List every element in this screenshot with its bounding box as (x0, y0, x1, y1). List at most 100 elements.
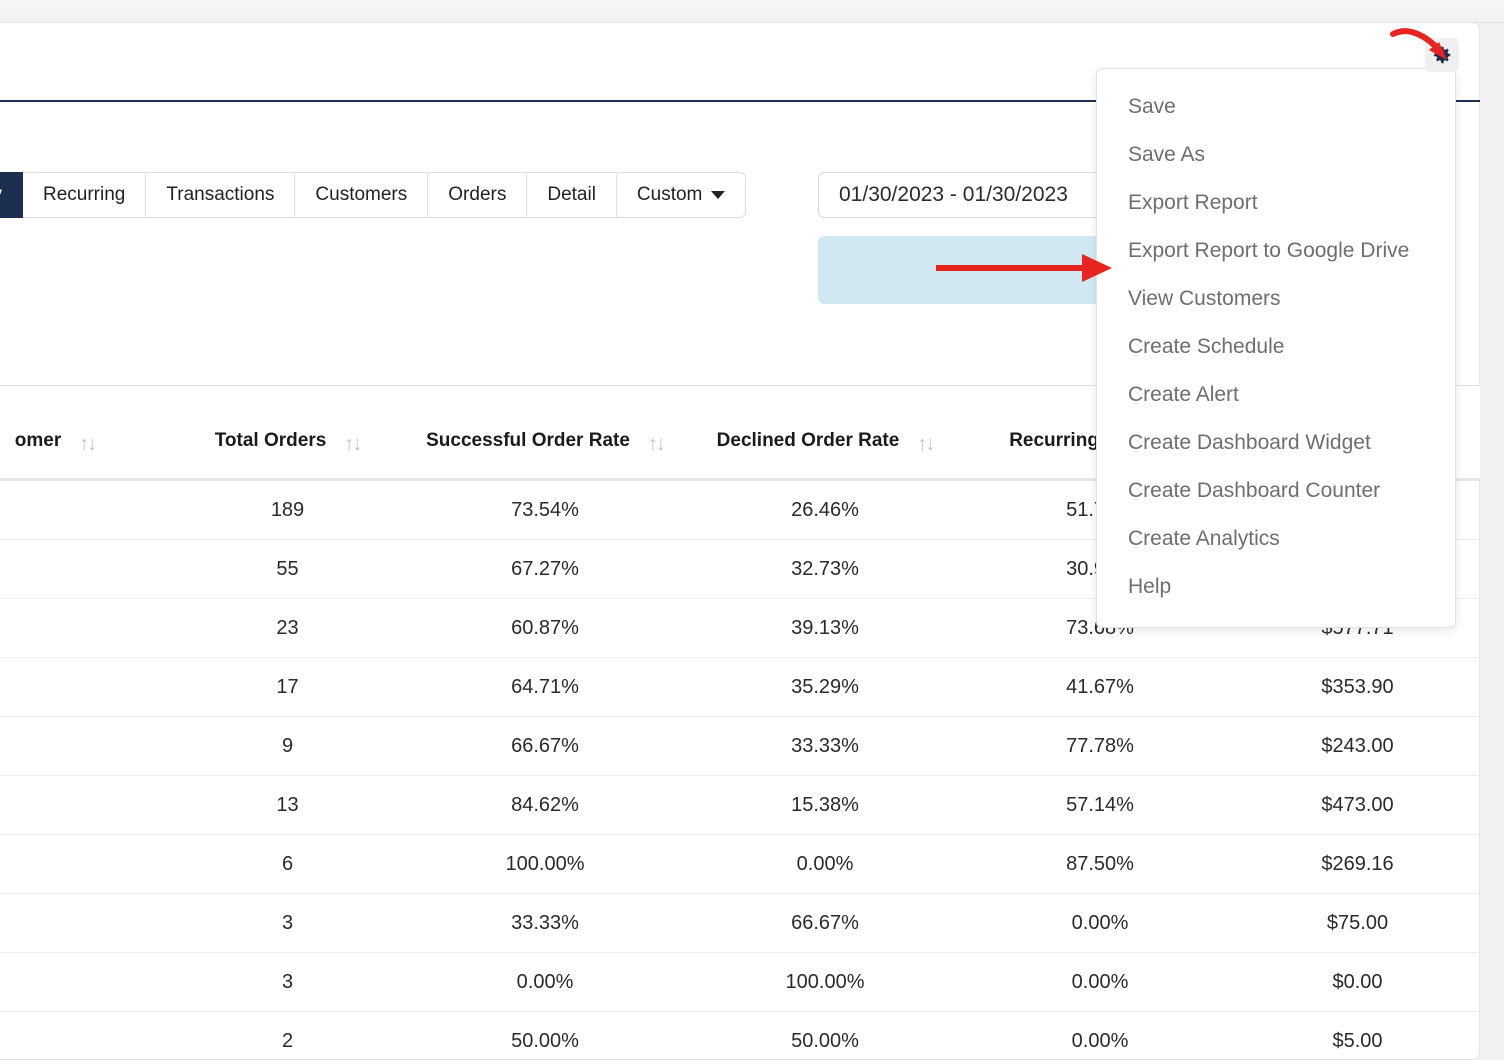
tab-custom[interactable]: Custom (616, 172, 747, 218)
tab-label: Customers (315, 184, 408, 205)
table-header-label: Total Orders (214, 430, 327, 451)
table-row[interactable]: 6 100.00% 0.00% 87.50% $269.16 (0, 834, 1480, 894)
cell-successful-rate: 50.00% (405, 1011, 685, 1060)
cell-customer (0, 893, 170, 953)
tab-label: Detail (547, 184, 596, 205)
cell-customer (0, 1011, 170, 1060)
cell-recurring-rate: 0.00% (965, 952, 1235, 1012)
tab-label: Custom (636, 184, 703, 205)
table-row[interactable]: 3 0.00% 100.00% 0.00% $0.00 (0, 952, 1480, 1012)
cell-successful-rate: 73.54% (405, 479, 685, 540)
cell-declined-rate: 32.73% (685, 539, 965, 599)
cell-declined-rate: 26.46% (685, 479, 965, 540)
cell-total-orders: 3 (170, 893, 405, 953)
cell-total-orders: 55 (170, 539, 405, 599)
report-tabs: nary Recurring Transactions Customers Orders… (0, 172, 747, 218)
cell-declined-rate: 35.29% (685, 657, 965, 717)
cell-total-orders: 6 (170, 834, 405, 894)
cell-total-orders: 17 (170, 657, 405, 717)
menu-item-save[interactable]: Save (1097, 83, 1455, 131)
cell-total-orders: 3 (170, 952, 405, 1012)
cell-recurring-rate: 77.78% (965, 716, 1235, 776)
settings-gear-button[interactable] (1425, 38, 1459, 72)
cell-declined-rate: 33.33% (685, 716, 965, 776)
menu-item-create-dashboard-counter[interactable]: Create Dashboard Counter (1097, 467, 1455, 515)
sort-arrows-icon[interactable]: ↑↓ (648, 434, 666, 456)
cell-amount: $75.00 (1235, 893, 1480, 953)
cell-total-orders: 9 (170, 716, 405, 776)
menu-item-save-as[interactable]: Save As (1097, 131, 1455, 179)
cell-amount: $243.00 (1235, 716, 1480, 776)
cell-successful-rate: 84.62% (405, 775, 685, 835)
cell-successful-rate: 0.00% (405, 952, 685, 1012)
gear-icon (1434, 46, 1451, 64)
tab-detail[interactable]: Detail (527, 172, 617, 218)
menu-item-help[interactable]: Help (1097, 563, 1455, 611)
cell-declined-rate: 0.00% (685, 834, 965, 894)
browser-chrome-band (0, 0, 1504, 23)
cell-successful-rate: 60.87% (405, 598, 685, 658)
menu-item-create-analytics[interactable]: Create Analytics (1097, 515, 1455, 563)
menu-item-create-dashboard-widget[interactable]: Create Dashboard Widget (1097, 419, 1455, 467)
sort-arrows-icon[interactable]: ↑↓ (344, 434, 362, 456)
sort-arrows-icon[interactable]: ↑↓ (79, 434, 97, 456)
tab-label: Transactions (166, 184, 275, 205)
cell-recurring-rate: 41.67% (965, 657, 1235, 717)
tab-orders[interactable]: Orders (428, 172, 528, 218)
tab-summary[interactable]: nary (0, 172, 23, 218)
table-header-label: Declined Order Rate (716, 430, 900, 451)
cell-amount: $473.00 (1235, 775, 1480, 835)
cell-customer (0, 952, 170, 1012)
cell-total-orders: 2 (170, 1011, 405, 1060)
cell-recurring-rate: 0.00% (965, 893, 1235, 953)
cell-amount: $353.90 (1235, 657, 1480, 717)
cell-customer (0, 775, 170, 835)
tab-customers[interactable]: Customers (295, 172, 429, 218)
menu-item-export-report[interactable]: Export Report (1097, 179, 1455, 227)
table-header-cell[interactable]: Successful Order Rate ↑↓ (405, 386, 685, 481)
table-row[interactable]: 13 84.62% 15.38% 57.14% $473.00 (0, 775, 1480, 835)
cell-recurring-rate: 57.14% (965, 775, 1235, 835)
cell-declined-rate: 100.00% (685, 952, 965, 1012)
tab-label: Recurring (42, 184, 126, 205)
menu-item-create-alert[interactable]: Create Alert (1097, 371, 1455, 419)
cell-total-orders: 13 (170, 775, 405, 835)
menu-item-export-report-to-google-drive[interactable]: Export Report to Google Drive (1097, 227, 1455, 275)
cell-successful-rate: 64.71% (405, 657, 685, 717)
cell-total-orders: 189 (170, 479, 405, 540)
cell-amount: $0.00 (1235, 952, 1480, 1012)
cell-customer (0, 834, 170, 894)
tab-transactions[interactable]: Transactions (146, 172, 296, 218)
table-header-cell[interactable]: Total Orders ↑↓ (170, 386, 405, 481)
tab-label: Orders (448, 184, 507, 205)
cell-recurring-rate: 87.50% (965, 834, 1235, 894)
table-row[interactable]: 2 50.00% 50.00% 0.00% $5.00 (0, 1011, 1480, 1060)
report-page: nary Recurring Transactions Customers Orders… (0, 0, 1504, 1060)
table-header-cell[interactable]: omer ↑↓ (0, 386, 170, 481)
cell-declined-rate: 15.38% (685, 775, 965, 835)
table-row[interactable]: 3 33.33% 66.67% 0.00% $75.00 (0, 893, 1480, 953)
cell-customer (0, 657, 170, 717)
cell-successful-rate: 100.00% (405, 834, 685, 894)
table-row[interactable]: 9 66.67% 33.33% 77.78% $243.00 (0, 716, 1480, 776)
cell-successful-rate: 66.67% (405, 716, 685, 776)
tab-recurring[interactable]: Recurring (22, 172, 147, 218)
menu-item-create-schedule[interactable]: Create Schedule (1097, 323, 1455, 371)
table-header-cell[interactable]: Declined Order Rate ↑↓ (685, 386, 965, 481)
chevron-down-icon (711, 191, 726, 199)
cell-declined-rate: 66.67% (685, 893, 965, 953)
cell-customer (0, 539, 170, 599)
menu-item-view-customers[interactable]: View Customers (1097, 275, 1455, 323)
cell-total-orders: 23 (170, 598, 405, 658)
sort-arrows-icon[interactable]: ↑↓ (917, 434, 935, 456)
cell-customer (0, 598, 170, 658)
tab-label: nary (0, 184, 2, 206)
cell-declined-rate: 50.00% (685, 1011, 965, 1060)
cell-customer (0, 716, 170, 776)
table-row[interactable]: 17 64.71% 35.29% 41.67% $353.90 (0, 657, 1480, 717)
cell-customer (0, 479, 170, 540)
cell-successful-rate: 33.33% (405, 893, 685, 953)
cell-amount: $269.16 (1235, 834, 1480, 894)
cell-successful-rate: 67.27% (405, 539, 685, 599)
table-header-label: Successful Order Rate (426, 430, 630, 451)
